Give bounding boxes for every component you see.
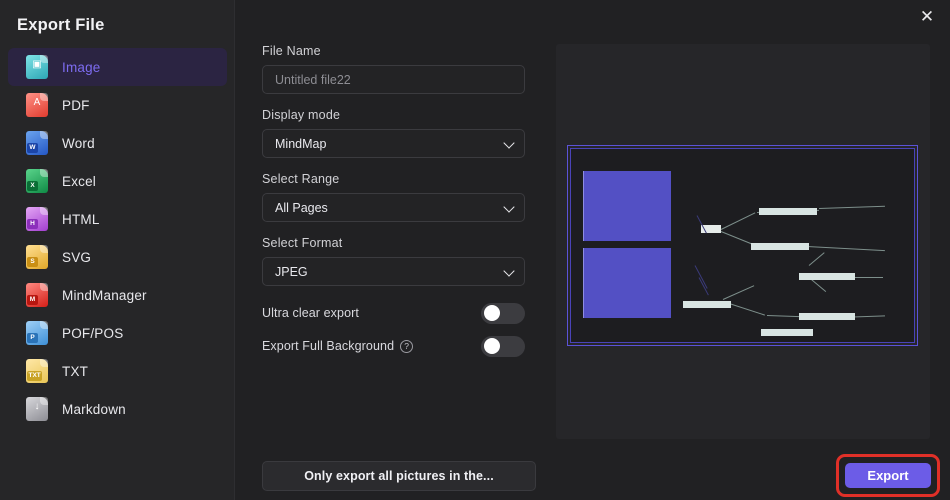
mindmap-node bbox=[683, 301, 731, 308]
chevron-down-icon bbox=[503, 136, 515, 149]
sidebar-item-label: HTML bbox=[62, 211, 100, 227]
select-range-label: Select Range bbox=[262, 172, 340, 186]
toggle-knob bbox=[484, 305, 500, 321]
mindmap-connector bbox=[808, 252, 825, 266]
sidebar-item-mindmanager[interactable]: M MindManager bbox=[8, 276, 227, 314]
display-mode-value: MindMap bbox=[275, 136, 327, 151]
export-button-highlight: Export bbox=[836, 454, 940, 497]
excel-file-icon: X bbox=[26, 169, 48, 193]
mindmap-node bbox=[799, 313, 855, 320]
file-name-input[interactable]: Untitled file22 bbox=[262, 65, 525, 94]
select-range-select[interactable]: All Pages bbox=[262, 193, 525, 222]
export-preview-panel bbox=[556, 44, 930, 439]
sidebar-item-label: SVG bbox=[62, 249, 92, 265]
mindmap-connector bbox=[720, 212, 756, 230]
export-full-background-toggle[interactable] bbox=[481, 335, 525, 357]
html-file-icon: H bbox=[26, 207, 48, 231]
file-name-placeholder: Untitled file22 bbox=[275, 72, 351, 87]
mindmap-connector bbox=[806, 246, 885, 252]
pdf-file-icon: A bbox=[26, 93, 48, 117]
mindmap-image-block bbox=[583, 171, 671, 241]
sidebar-item-markdown[interactable]: ↓ Markdown bbox=[8, 390, 227, 428]
ultra-clear-export-label: Ultra clear export bbox=[262, 306, 359, 320]
svg-file-icon: S bbox=[26, 245, 48, 269]
mindmap-connector bbox=[694, 265, 708, 289]
mindmap-node bbox=[761, 329, 813, 336]
export-full-background-label: Export Full Background bbox=[262, 339, 395, 353]
select-format-value: JPEG bbox=[275, 264, 308, 279]
close-icon[interactable]: ✕ bbox=[908, 0, 946, 32]
markdown-file-icon: ↓ bbox=[26, 397, 48, 421]
sidebar-item-pdf[interactable]: A PDF bbox=[8, 86, 227, 124]
sidebar-item-label: MindManager bbox=[62, 287, 147, 303]
only-export-pictures-button[interactable]: Only export all pictures in the... bbox=[262, 461, 536, 491]
ultra-clear-export-row: Ultra clear export bbox=[262, 300, 525, 326]
select-format-label: Select Format bbox=[262, 236, 343, 250]
chevron-down-icon bbox=[503, 264, 515, 277]
export-file-dialog: ✕ Export File ▣ Image A PDF W Word X Excel H HTML… bbox=[0, 0, 950, 500]
sidebar-item-html[interactable]: H HTML bbox=[8, 200, 227, 238]
select-format-select[interactable]: JPEG bbox=[262, 257, 525, 286]
page-title: Export File bbox=[17, 16, 105, 34]
sidebar-item-svg[interactable]: S SVG bbox=[8, 238, 227, 276]
mindmap-connector bbox=[818, 205, 885, 209]
sidebar-item-label: Image bbox=[62, 59, 101, 75]
mindmap-node bbox=[751, 243, 809, 250]
sidebar-item-label: PDF bbox=[62, 97, 90, 113]
sidebar-item-label: POF/POS bbox=[62, 325, 124, 341]
ultra-clear-export-toggle[interactable] bbox=[481, 302, 525, 324]
sidebar-item-word[interactable]: W Word bbox=[8, 124, 227, 162]
sidebar-item-label: Markdown bbox=[62, 401, 126, 417]
image-file-icon: ▣ bbox=[26, 55, 48, 79]
sidebar-item-txt[interactable]: TXT TXT bbox=[8, 352, 227, 390]
sidebar-item-pof-pos[interactable]: P POF/POS bbox=[8, 314, 227, 352]
mindmanager-file-icon: M bbox=[26, 283, 48, 307]
txt-file-icon: TXT bbox=[26, 359, 48, 383]
chevron-down-icon bbox=[503, 200, 515, 213]
mindmap-connector bbox=[722, 285, 755, 300]
display-mode-label: Display mode bbox=[262, 108, 341, 122]
mindmap-thumbnail bbox=[567, 145, 918, 346]
pof-pos-file-icon: P bbox=[26, 321, 48, 345]
mindmap-thumbnail-frame bbox=[567, 145, 918, 346]
mindmap-image-block bbox=[583, 248, 671, 318]
help-circle-icon[interactable]: ? bbox=[400, 339, 414, 353]
toggle-knob bbox=[484, 338, 500, 354]
export-settings-form: File Name Untitled file22 Display mode M… bbox=[262, 44, 527, 366]
mindmap-node bbox=[759, 208, 817, 215]
sidebar-item-label: TXT bbox=[62, 363, 89, 379]
export-full-background-row: Export Full Background ? bbox=[262, 333, 525, 359]
file-name-label: File Name bbox=[262, 44, 321, 58]
select-range-value: All Pages bbox=[275, 200, 328, 215]
sidebar: Export File ▣ Image A PDF W Word X Excel H HTML S S… bbox=[0, 0, 235, 500]
sidebar-item-excel[interactable]: X Excel bbox=[8, 162, 227, 200]
export-button[interactable]: Export bbox=[845, 463, 931, 488]
sidebar-item-label: Word bbox=[62, 135, 95, 151]
mindmap-node bbox=[799, 273, 855, 280]
format-nav-list: ▣ Image A PDF W Word X Excel H HTML S SVG M MindManag… bbox=[0, 48, 235, 428]
sidebar-item-label: Excel bbox=[62, 173, 97, 189]
sidebar-item-image[interactable]: ▣ Image bbox=[8, 48, 227, 86]
word-file-icon: W bbox=[26, 131, 48, 155]
display-mode-select[interactable]: MindMap bbox=[262, 129, 525, 158]
